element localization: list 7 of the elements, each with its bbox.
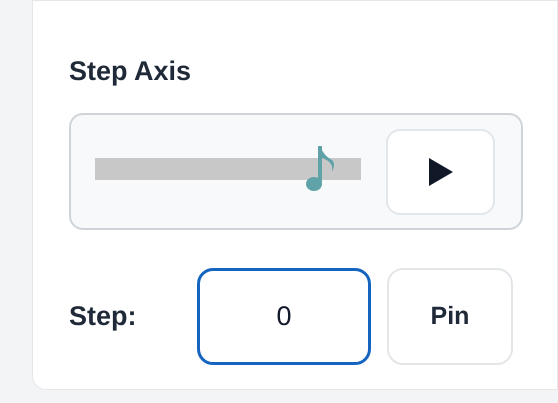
panel-title: Step Axis (69, 55, 192, 88)
step-label: Step: (69, 300, 138, 334)
pin-button[interactable]: Pin (387, 268, 513, 365)
music-note-icon[interactable] (306, 144, 336, 194)
step-input-field[interactable]: 0 (197, 268, 371, 365)
play-icon (428, 158, 452, 186)
play-button[interactable] (386, 128, 495, 214)
